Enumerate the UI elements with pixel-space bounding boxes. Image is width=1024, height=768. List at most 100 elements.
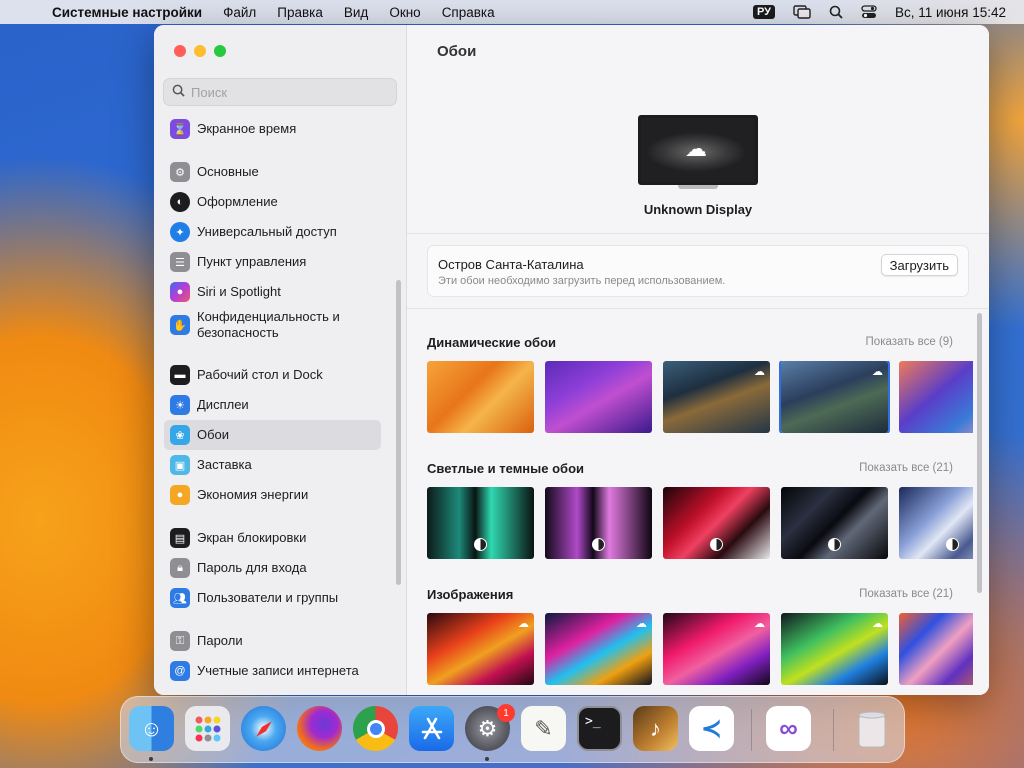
running-indicator	[149, 757, 153, 761]
dock: ☺ ⚙ 1 ✎ >_ ♪ ≺ ∞	[120, 696, 905, 763]
sidebar-item-accessibility[interactable]: ✦ Универсальный доступ	[164, 220, 381, 244]
window-controls	[174, 45, 226, 57]
menu-help[interactable]: Справка	[442, 5, 495, 20]
app-store-icon[interactable]	[409, 706, 454, 751]
spotlight-search-icon[interactable]	[829, 5, 843, 19]
wallpaper-thumbnail[interactable]	[899, 613, 973, 685]
siri-icon: ●	[170, 282, 190, 302]
wallpaper-thumbnail[interactable]	[899, 487, 973, 559]
menu-file[interactable]: Файл	[223, 5, 256, 20]
hand-icon: ✋	[170, 315, 190, 335]
terminal-icon[interactable]: >_	[577, 706, 622, 751]
sidebar-item-displays[interactable]: ☀ Дисплеи	[164, 393, 381, 417]
search-input[interactable]	[191, 84, 381, 100]
trash-icon[interactable]	[849, 706, 894, 751]
wallpaper-thumbnail-selected[interactable]: ☁	[781, 361, 888, 433]
keyboard-layout-badge[interactable]: РУ	[752, 5, 775, 19]
sidebar-item-users-groups[interactable]: 👥︎ Пользователи и группы	[164, 586, 381, 610]
menu-edit[interactable]: Правка	[277, 5, 323, 20]
menu-bar-clock[interactable]: Вс, 11 июня 15:42	[895, 5, 1006, 20]
pictures-wallpaper-row: ☁ ☁ ☁ ☁	[427, 613, 973, 685]
close-window-button[interactable]	[174, 45, 186, 57]
light-dark-mode-icon	[828, 538, 841, 551]
sidebar-item-desktop-dock[interactable]: ▬ Рабочий стол и Dock	[164, 363, 381, 387]
sidebar-scrollbar[interactable]	[396, 280, 401, 585]
section-title-light-dark: Светлые и темные обои	[427, 461, 585, 476]
sidebar-item-wallpaper[interactable]: ❀ Обои	[164, 420, 381, 450]
chrome-icon[interactable]	[353, 706, 398, 751]
sidebar-item-screen-time[interactable]: ⌛ Экранное время	[164, 117, 381, 141]
textedit-icon[interactable]: ✎	[521, 706, 566, 751]
display-name: Unknown Display	[643, 202, 753, 217]
system-settings-window: ⌛ Экранное время ⚙ Основные ◐ Оформление…	[154, 25, 989, 695]
wallpaper-thumbnail[interactable]: ☁	[781, 613, 888, 685]
notification-badge: 1	[497, 704, 515, 722]
control-center-menu-icon[interactable]	[861, 5, 877, 19]
show-all-light-dark-link[interactable]: Показать все (21)	[859, 462, 953, 474]
menu-view[interactable]: Вид	[344, 5, 368, 20]
sidebar-item-siri-spotlight[interactable]: ● Siri и Spotlight	[164, 280, 381, 304]
finder-icon[interactable]: ☺	[129, 706, 174, 751]
garageband-icon[interactable]: ♪	[633, 706, 678, 751]
sidebar-item-internet-accounts[interactable]: @ Учетные записи интернета	[164, 659, 381, 683]
at-icon: @	[170, 661, 190, 681]
sidebar-item-privacy-security[interactable]: ✋ Конфиденциальность и безопасность	[164, 308, 381, 342]
wallpaper-thumbnail[interactable]	[427, 487, 534, 559]
menu-window[interactable]: Окно	[389, 5, 420, 20]
show-all-dynamic-link[interactable]: Показать все (9)	[866, 336, 953, 348]
screensaver-icon: ▣	[170, 455, 190, 475]
dock-separator	[751, 709, 752, 751]
sidebar-search[interactable]	[163, 78, 397, 106]
sidebar: ⌛ Экранное время ⚙ Основные ◐ Оформление…	[154, 25, 407, 695]
lock-icon: 🔒︎	[170, 558, 190, 578]
wallpaper-thumbnail[interactable]: ☁	[545, 613, 652, 685]
zoom-window-button[interactable]	[214, 45, 226, 57]
wallpaper-thumbnail[interactable]	[899, 361, 973, 433]
sidebar-item-energy-saver[interactable]: ● Экономия энергии	[164, 483, 381, 507]
wallpaper-thumbnail[interactable]: ☁	[663, 361, 770, 433]
control-center-icon: ☰	[170, 252, 190, 272]
menu-bar: Системные настройки Файл Правка Вид Окно…	[0, 0, 1024, 24]
wallpaper-thumbnail[interactable]: ☁	[663, 613, 770, 685]
dock-icon: ▬	[170, 365, 190, 385]
sidebar-item-passwords[interactable]: ⚿ Пароли	[164, 629, 381, 653]
vscode-icon[interactable]: ≺	[689, 706, 734, 751]
launchpad-icon[interactable]	[185, 706, 230, 751]
app-name-menu[interactable]: Системные настройки	[52, 5, 202, 20]
wallpaper-thumbnail[interactable]: ☁	[427, 613, 534, 685]
sidebar-item-screensaver[interactable]: ▣ Заставка	[164, 453, 381, 477]
dynamic-wallpaper-row: ☁ ☁	[427, 361, 973, 433]
wallpaper-thumbnail[interactable]	[545, 361, 652, 433]
wallpaper-thumbnail[interactable]	[545, 487, 652, 559]
battery-icon: ●	[170, 485, 190, 505]
display-sun-icon: ☀	[170, 395, 190, 415]
users-icon: 👥︎	[170, 588, 190, 608]
screen-mirroring-icon[interactable]	[793, 5, 811, 19]
sidebar-item-general[interactable]: ⚙ Основные	[164, 160, 381, 184]
sidebar-item-lock-screen[interactable]: ▤ Экран блокировки	[164, 526, 381, 550]
minimize-window-button[interactable]	[194, 45, 206, 57]
display-preview: ☁	[638, 115, 758, 189]
sidebar-item-appearance[interactable]: ◐ Оформление	[164, 190, 381, 214]
sidebar-item-control-center[interactable]: ☰ Пункт управления	[164, 250, 381, 274]
light-dark-mode-icon	[946, 538, 959, 551]
section-title-dynamic: Динамические обои	[427, 335, 557, 350]
light-dark-mode-icon	[474, 538, 487, 551]
dock-separator	[833, 709, 834, 751]
sidebar-item-login-password[interactable]: 🔒︎ Пароль для входа	[164, 556, 381, 580]
cloud-download-icon: ☁	[636, 618, 647, 630]
wallpaper-thumbnail[interactable]	[781, 487, 888, 559]
show-all-pictures-link[interactable]: Показать все (21)	[859, 588, 953, 600]
safari-icon[interactable]	[241, 706, 286, 751]
wallpaper-thumbnail[interactable]	[427, 361, 534, 433]
download-button[interactable]: Загрузить	[880, 254, 958, 276]
wallpaper-thumbnail[interactable]	[663, 487, 770, 559]
cloud-download-icon: ☁	[754, 366, 765, 378]
hourglass-icon: ⌛	[170, 119, 190, 139]
firefox-icon[interactable]	[297, 706, 342, 751]
main-scrollbar[interactable]	[977, 313, 982, 593]
visual-studio-icon[interactable]: ∞	[766, 706, 811, 751]
divider	[407, 233, 989, 234]
light-dark-mode-icon	[592, 538, 605, 551]
cloud-download-icon: ☁	[754, 618, 765, 630]
